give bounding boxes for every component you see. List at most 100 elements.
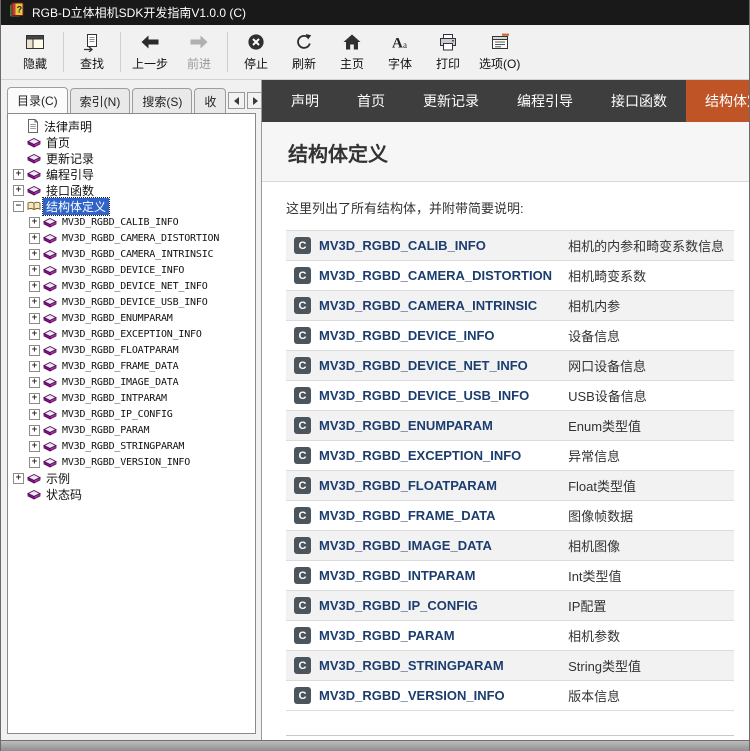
- struct-link[interactable]: MV3D_RGBD_EXCEPTION_INFO: [319, 448, 521, 463]
- expand-icon[interactable]: +: [29, 408, 40, 420]
- tree-item-label[interactable]: 首页: [43, 134, 73, 151]
- struct-link[interactable]: MV3D_RGBD_STRINGPARAM: [319, 658, 504, 673]
- tree-item[interactable]: + MV3D_RGBD_EXCEPTION_INFO: [10, 326, 255, 342]
- collapse-icon[interactable]: −: [13, 200, 24, 212]
- tree-item-label[interactable]: 状态码: [43, 486, 85, 503]
- tree-item-label[interactable]: MV3D_RGBD_FLOATPARAM: [59, 345, 181, 356]
- expand-icon[interactable]: +: [29, 312, 40, 324]
- tree-item-label[interactable]: MV3D_RGBD_INTPARAM: [59, 393, 170, 404]
- nav-item[interactable]: 编程引导: [498, 80, 592, 122]
- expand-icon[interactable]: +: [29, 248, 40, 260]
- tree-item-label[interactable]: 接口函数: [43, 182, 97, 199]
- tree-item[interactable]: 首页: [10, 134, 255, 150]
- expand-icon[interactable]: +: [29, 424, 40, 436]
- tree-item-label[interactable]: MV3D_RGBD_FRAME_DATA: [59, 361, 181, 372]
- tree-item[interactable]: + MV3D_RGBD_CALIB_INFO: [10, 214, 255, 230]
- expand-icon[interactable]: +: [13, 472, 24, 484]
- tree-item[interactable]: + MV3D_RGBD_PARAM: [10, 422, 255, 438]
- expand-icon[interactable]: +: [29, 440, 40, 452]
- tree-item-label[interactable]: MV3D_RGBD_CALIB_INFO: [59, 217, 181, 228]
- tree-item[interactable]: + MV3D_RGBD_CAMERA_DISTORTION: [10, 230, 255, 246]
- tree-item[interactable]: 更新记录: [10, 150, 255, 166]
- expand-icon[interactable]: +: [29, 296, 40, 308]
- tree-item[interactable]: + MV3D_RGBD_DEVICE_NET_INFO: [10, 278, 255, 294]
- nav-item[interactable]: 首页: [338, 80, 404, 122]
- tree-item[interactable]: + MV3D_RGBD_DEVICE_INFO: [10, 262, 255, 278]
- tree-item-label[interactable]: MV3D_RGBD_ENUMPARAM: [59, 313, 176, 324]
- home-button[interactable]: 主页: [328, 27, 376, 77]
- struct-link[interactable]: MV3D_RGBD_CAMERA_DISTORTION: [319, 268, 552, 283]
- expand-icon[interactable]: +: [29, 280, 40, 292]
- stop-button[interactable]: 停止: [232, 27, 280, 77]
- tree-item-label[interactable]: MV3D_RGBD_DEVICE_INFO: [59, 265, 187, 276]
- tab-scroll-left-button[interactable]: [228, 92, 246, 109]
- expand-icon[interactable]: +: [13, 168, 24, 180]
- struct-link[interactable]: MV3D_RGBD_DEVICE_NET_INFO: [319, 358, 528, 373]
- tree-item[interactable]: + MV3D_RGBD_ENUMPARAM: [10, 310, 255, 326]
- font-button[interactable]: Aa 字体: [376, 27, 424, 77]
- tab-favorites[interactable]: 收: [194, 88, 227, 113]
- nav-item[interactable]: 接口函数: [592, 80, 686, 122]
- tree-item[interactable]: + MV3D_RGBD_CAMERA_INTRINSIC: [10, 246, 255, 262]
- tree-item-label[interactable]: MV3D_RGBD_CAMERA_DISTORTION: [59, 233, 222, 244]
- nav-item[interactable]: 结构体定义: [686, 80, 749, 122]
- tree-item[interactable]: + MV3D_RGBD_STRINGPARAM: [10, 438, 255, 454]
- expand-icon[interactable]: +: [13, 184, 24, 196]
- tree-item-label[interactable]: MV3D_RGBD_DEVICE_USB_INFO: [59, 297, 211, 308]
- tab-search[interactable]: 搜索(S): [132, 88, 193, 113]
- struct-link[interactable]: MV3D_RGBD_DEVICE_USB_INFO: [319, 388, 529, 403]
- expand-icon[interactable]: +: [29, 456, 40, 468]
- tree-item-label[interactable]: 结构体定义: [41, 196, 111, 216]
- options-button[interactable]: 选项(O): [472, 27, 527, 77]
- struct-link[interactable]: MV3D_RGBD_FRAME_DATA: [319, 508, 495, 523]
- tree-item[interactable]: + MV3D_RGBD_FRAME_DATA: [10, 358, 255, 374]
- tree-item-label[interactable]: MV3D_RGBD_CAMERA_INTRINSIC: [59, 249, 216, 260]
- expand-icon[interactable]: +: [29, 344, 40, 356]
- tree-item-label[interactable]: 更新记录: [43, 150, 97, 167]
- struct-link[interactable]: MV3D_RGBD_CAMERA_INTRINSIC: [319, 298, 537, 313]
- expand-icon[interactable]: +: [29, 376, 40, 388]
- tree-item[interactable]: + 编程引导: [10, 166, 255, 182]
- back-button[interactable]: 上一步: [125, 27, 175, 77]
- struct-link[interactable]: MV3D_RGBD_DEVICE_INFO: [319, 328, 495, 343]
- tree-item[interactable]: + MV3D_RGBD_INTPARAM: [10, 390, 255, 406]
- struct-link[interactable]: MV3D_RGBD_FLOATPARAM: [319, 478, 497, 493]
- nav-item[interactable]: 声明: [272, 80, 338, 122]
- print-button[interactable]: 打印: [424, 27, 472, 77]
- hide-button[interactable]: 隐藏: [11, 27, 59, 77]
- tree-item[interactable]: + 接口函数: [10, 182, 255, 198]
- struct-link[interactable]: MV3D_RGBD_ENUMPARAM: [319, 418, 493, 433]
- tree-item-label[interactable]: 编程引导: [43, 166, 97, 183]
- tree-item-label[interactable]: MV3D_RGBD_STRINGPARAM: [59, 441, 187, 452]
- tree-item-label[interactable]: MV3D_RGBD_VERSION_INFO: [59, 457, 193, 468]
- struct-link[interactable]: MV3D_RGBD_IMAGE_DATA: [319, 538, 492, 553]
- tree-item-label[interactable]: MV3D_RGBD_PARAM: [59, 425, 152, 436]
- tree-item[interactable]: 法律声明: [10, 118, 255, 134]
- tree-item[interactable]: + 示例: [10, 470, 255, 486]
- expand-icon[interactable]: +: [29, 392, 40, 404]
- tree-item-label[interactable]: 示例: [43, 470, 73, 487]
- tree-item[interactable]: + MV3D_RGBD_FLOATPARAM: [10, 342, 255, 358]
- locate-button[interactable]: 查找: [68, 27, 116, 77]
- tab-contents[interactable]: 目录(C): [7, 87, 68, 113]
- tree-item-label[interactable]: 法律声明: [41, 118, 95, 135]
- tree-item-label[interactable]: MV3D_RGBD_IMAGE_DATA: [59, 377, 181, 388]
- tree-item[interactable]: + MV3D_RGBD_IP_CONFIG: [10, 406, 255, 422]
- forward-button[interactable]: 前进: [175, 27, 223, 77]
- tree-item[interactable]: + MV3D_RGBD_DEVICE_USB_INFO: [10, 294, 255, 310]
- tree-item[interactable]: + MV3D_RGBD_IMAGE_DATA: [10, 374, 255, 390]
- tree-item[interactable]: − 结构体定义: [10, 196, 255, 216]
- tree-item-label[interactable]: MV3D_RGBD_EXCEPTION_INFO: [59, 329, 205, 340]
- expand-icon[interactable]: +: [29, 328, 40, 340]
- nav-item[interactable]: 更新记录: [404, 80, 498, 122]
- expand-icon[interactable]: +: [29, 232, 40, 244]
- expand-icon[interactable]: +: [29, 264, 40, 276]
- struct-link[interactable]: MV3D_RGBD_PARAM: [319, 628, 455, 643]
- struct-link[interactable]: MV3D_RGBD_CALIB_INFO: [319, 238, 486, 253]
- tree-item-label[interactable]: MV3D_RGBD_IP_CONFIG: [59, 409, 176, 420]
- tab-index[interactable]: 索引(N): [69, 88, 131, 113]
- tree-item[interactable]: 状态码: [10, 486, 255, 502]
- expand-icon[interactable]: +: [29, 216, 40, 228]
- tree-item-label[interactable]: MV3D_RGBD_DEVICE_NET_INFO: [59, 281, 211, 292]
- refresh-button[interactable]: 刷新: [280, 27, 328, 77]
